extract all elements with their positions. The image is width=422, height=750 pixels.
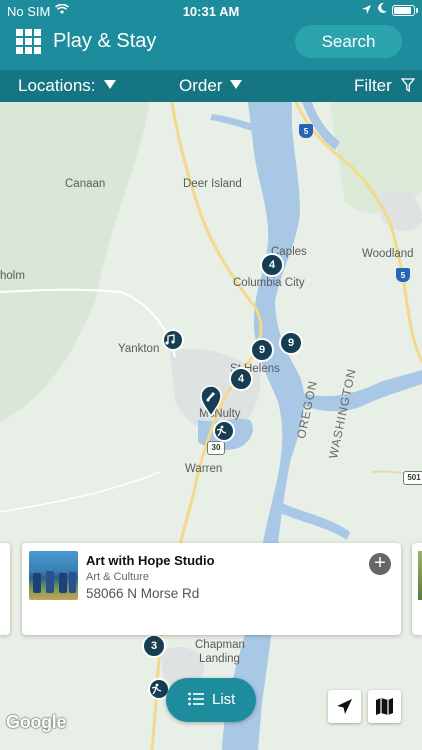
status-bar: No SIM 10:31 AM <box>0 0 422 22</box>
chevron-down-icon <box>230 80 243 89</box>
card-title: Art with Hope Studio <box>86 553 215 568</box>
funnel-icon <box>400 78 415 93</box>
order-dropdown[interactable]: Order <box>179 76 243 96</box>
map-icon <box>376 698 393 715</box>
locations-label: Locations: <box>18 76 96 95</box>
cluster-marker[interactable]: 9 <box>250 338 274 362</box>
my-location-button[interactable] <box>328 690 361 723</box>
card-thumbnail <box>29 551 78 600</box>
place-label: Canaan <box>65 178 106 190</box>
music-icon <box>165 334 175 345</box>
battery-icon <box>392 5 418 16</box>
map-type-button[interactable] <box>368 690 401 723</box>
cluster-marker[interactable]: 3 <box>142 634 166 658</box>
cluster-marker[interactable]: 9 <box>279 331 303 355</box>
place-label: Landing <box>199 653 240 665</box>
highway-shield: 30 <box>207 441 225 455</box>
add-icon[interactable]: + <box>369 553 391 575</box>
highway-shield: 501 <box>403 471 422 485</box>
figure-icon <box>151 683 162 695</box>
map-pin-icon <box>200 385 222 417</box>
chevron-down-icon <box>103 80 116 89</box>
activity-poi-marker[interactable] <box>213 420 235 442</box>
list-view-button[interactable]: List <box>166 678 256 722</box>
listing-card[interactable]: Art with Hope Studio Art & Culture 58066… <box>22 543 401 635</box>
card-category: Art & Culture <box>86 571 149 583</box>
place-label: Woodland <box>362 248 414 260</box>
menu-grid-icon[interactable] <box>16 29 41 54</box>
list-icon <box>188 692 204 706</box>
navigation-arrow-icon <box>337 699 352 714</box>
cluster-marker[interactable]: 4 <box>260 253 284 277</box>
place-label: Yankton <box>118 343 160 355</box>
music-poi-marker[interactable] <box>162 329 184 351</box>
moon-icon <box>377 2 388 17</box>
place-label: Columbia City <box>233 277 305 289</box>
place-label: Chapman <box>195 639 245 651</box>
filter-label: Filter <box>354 76 392 95</box>
map-view[interactable]: Canaan Deer Island Caples Woodland Colum… <box>0 102 422 750</box>
order-label: Order <box>179 76 223 95</box>
selected-poi-pin[interactable] <box>199 385 223 417</box>
figure-icon <box>216 425 227 437</box>
card-thumbnail <box>418 551 422 600</box>
place-label: holm <box>0 270 25 282</box>
app-header: No SIM 10:31 AM Play & Stay Search <box>0 0 422 70</box>
filter-bar: Locations: Order Filter <box>0 70 422 102</box>
google-logo: Google <box>6 712 67 732</box>
next-card[interactable] <box>412 543 422 635</box>
interstate-shield: 5 <box>299 124 313 138</box>
list-button-label: List <box>212 691 236 708</box>
location-arrow-icon <box>361 3 372 18</box>
previous-card[interactable] <box>0 543 10 635</box>
filter-button[interactable]: Filter <box>354 76 415 96</box>
card-address: 58066 N Morse Rd <box>86 586 200 601</box>
clock: 10:31 AM <box>182 4 240 19</box>
search-button[interactable]: Search <box>295 25 402 58</box>
place-label: Warren <box>185 463 223 475</box>
interstate-shield: 5 <box>396 268 410 282</box>
locations-dropdown[interactable]: Locations: <box>18 76 116 96</box>
place-label: Deer Island <box>183 178 242 190</box>
page-title: Play & Stay <box>53 30 157 52</box>
cluster-marker[interactable]: 4 <box>229 367 253 391</box>
